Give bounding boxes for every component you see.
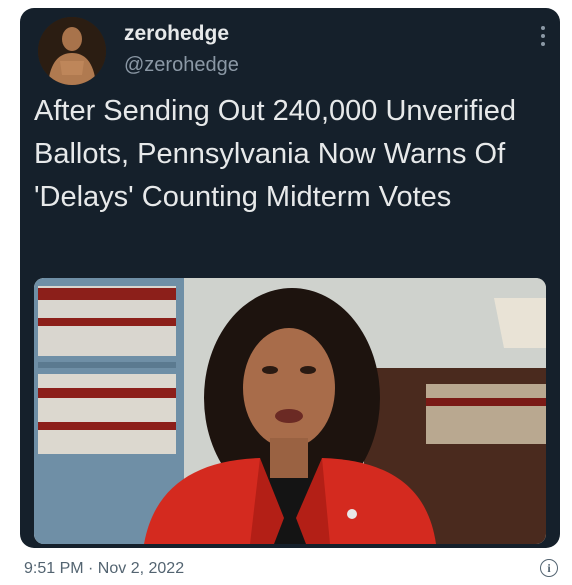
display-name[interactable]: zerohedge	[124, 22, 229, 46]
more-vertical-icon[interactable]	[540, 26, 546, 50]
tweet-timestamp[interactable]: 9:51 PM · Nov 2, 2022	[24, 560, 184, 578]
woman-in-red-jacket-photo	[34, 278, 546, 544]
user-handle[interactable]: @zerohedge	[124, 54, 239, 77]
tweet-image[interactable]	[34, 278, 546, 544]
avatar-image	[38, 17, 106, 85]
tweet-card[interactable]: zerohedge @zerohedge After Sending Out 2…	[20, 8, 560, 548]
avatar[interactable]	[38, 17, 106, 85]
tweet-text: After Sending Out 240,000 Unverified Bal…	[34, 95, 517, 213]
info-icon[interactable]: i	[540, 559, 558, 577]
